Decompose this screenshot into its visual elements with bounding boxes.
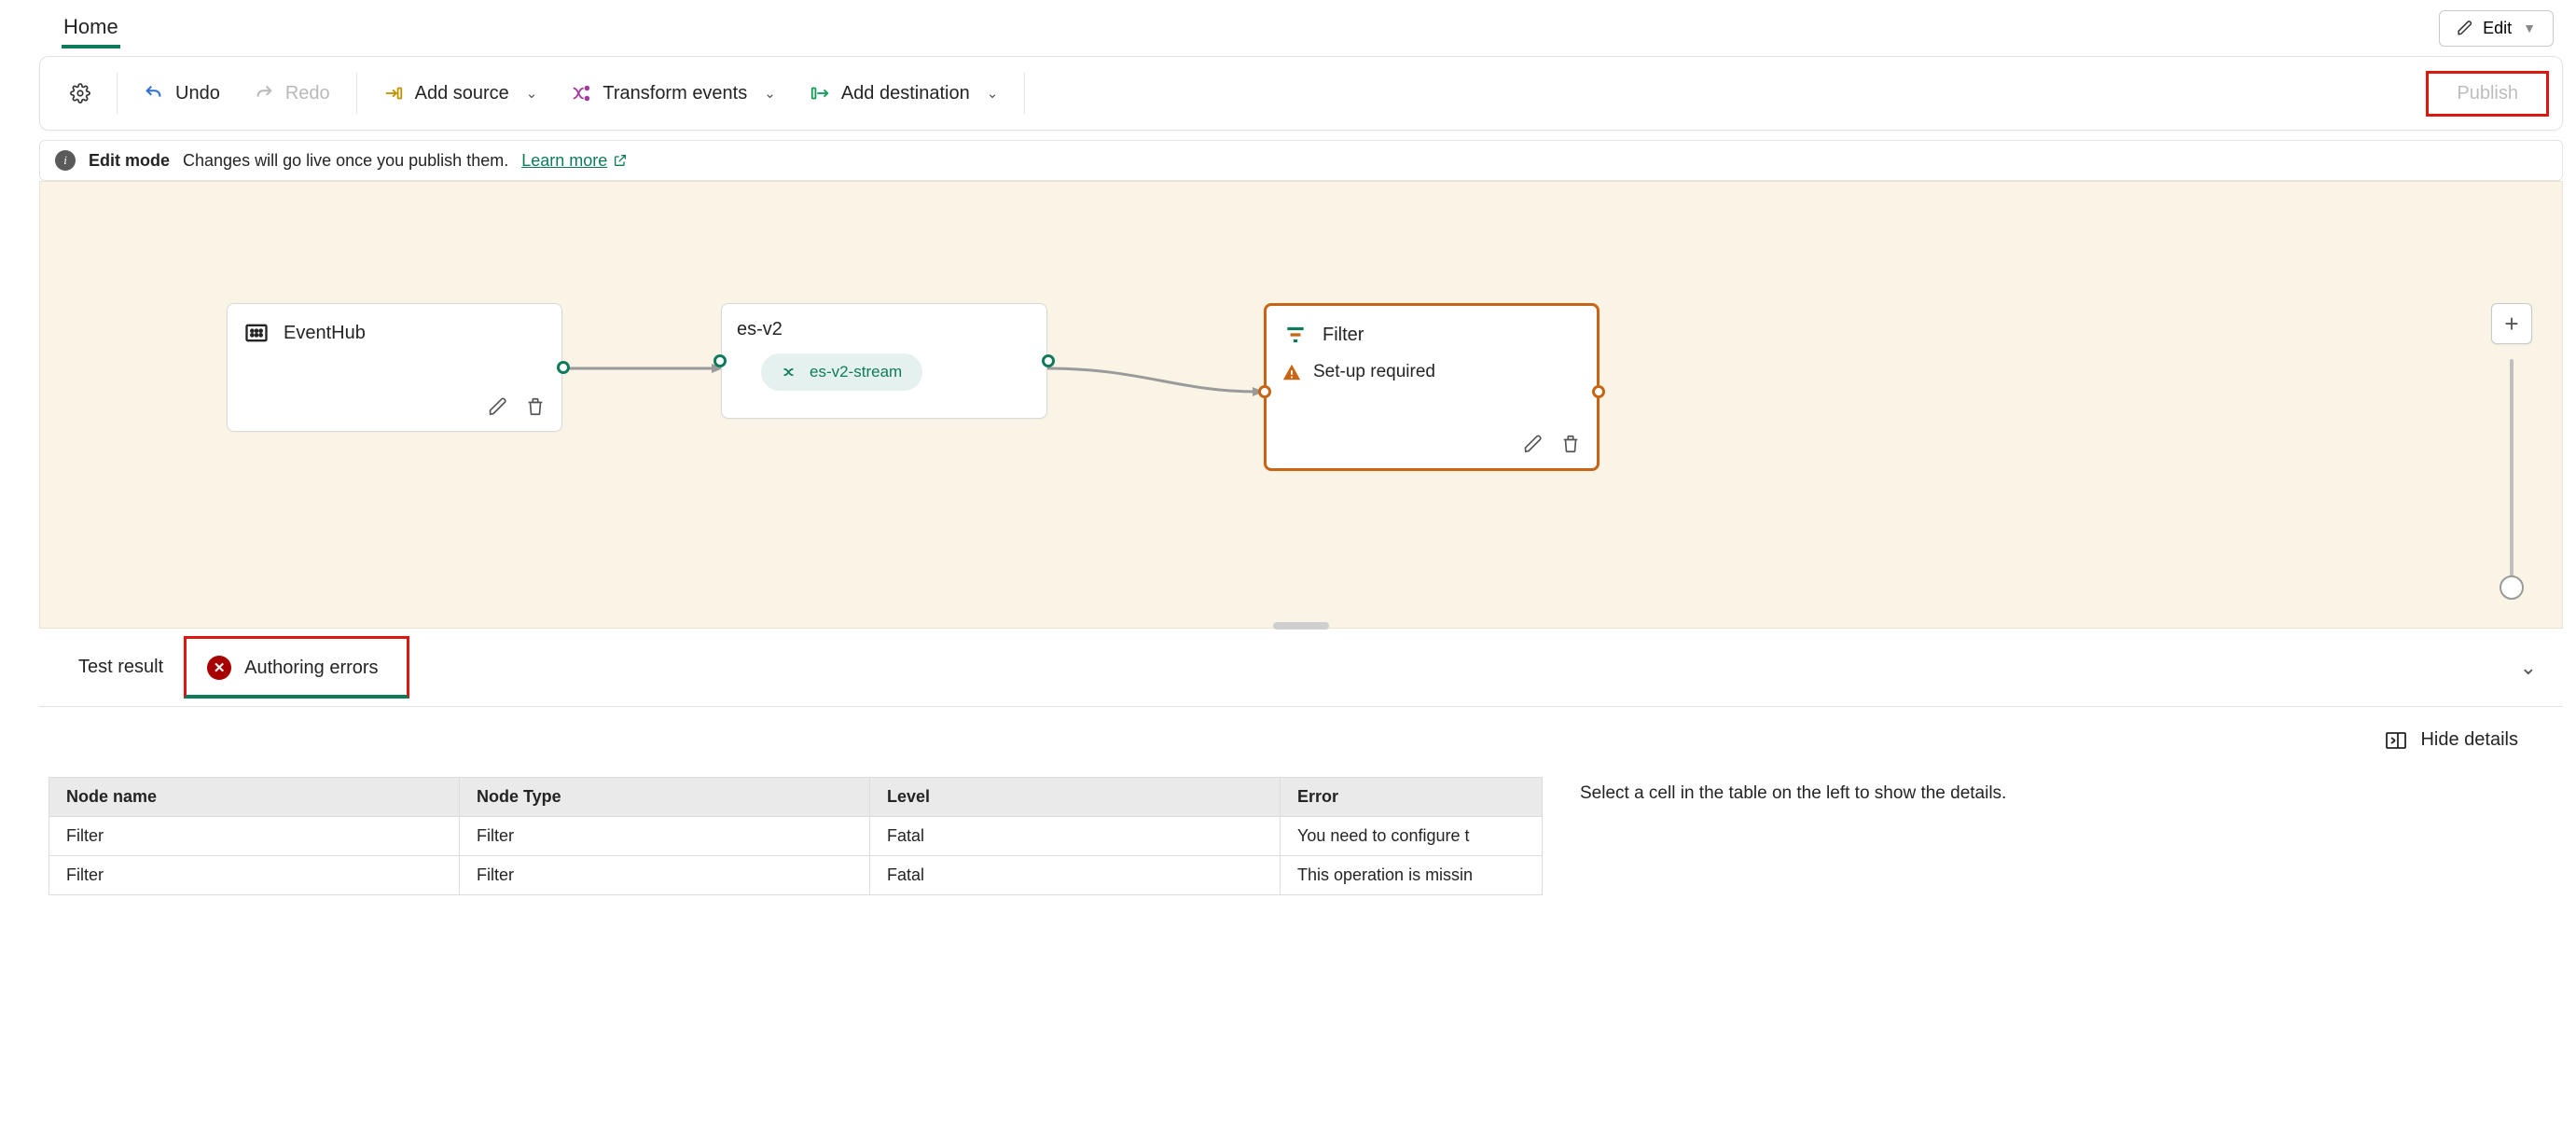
toolbar: Undo Redo Add source ⌄ Transform [39,56,2563,131]
learn-more-label: Learn more [521,151,607,171]
pencil-icon [2457,20,2473,36]
add-source-label: Add source [415,83,509,104]
chevron-down-icon: ⌄ [526,85,538,102]
warning-icon [1281,362,1302,382]
collapse-panel-button[interactable]: ⌄ [2520,656,2537,680]
stream-icon [782,363,800,381]
add-node-button[interactable]: + [2491,303,2532,344]
transform-events-button[interactable]: Transform events ⌄ [554,74,792,114]
details-placeholder: Select a cell in the table on the left t… [1580,777,2554,895]
undo-icon [144,83,164,104]
undo-label: Undo [175,83,220,104]
hide-details-label: Hide details [2420,729,2518,751]
stream-chip[interactable]: es-v2-stream [761,353,922,391]
source-icon [383,83,404,104]
chevron-down-icon: ⌄ [987,85,999,102]
add-source-button[interactable]: Add source ⌄ [367,74,555,114]
node-esv2-title: es-v2 [737,319,782,340]
port-output[interactable] [1592,385,1605,398]
col-node-type[interactable]: Node Type [460,778,870,816]
info-banner: i Edit mode Changes will go live once yo… [39,140,2563,181]
destination-icon [810,83,830,104]
settings-button[interactable] [53,74,107,113]
errors-table: Node name Node Type Level Error Filter F… [48,777,1543,895]
port-input[interactable] [713,354,727,367]
delete-node-button[interactable] [522,394,548,420]
table-row[interactable]: Filter Filter Fatal You need to configur… [49,816,1542,855]
publish-button[interactable]: Publish [2442,79,2533,108]
node-esv2[interactable]: es-v2 es-v2-stream [721,303,1047,419]
top-bar: Home Edit ▼ [26,0,2576,56]
edit-node-button[interactable] [1520,431,1546,457]
redo-button[interactable]: Redo [237,74,347,114]
port-output[interactable] [1042,354,1055,367]
node-eventhub[interactable]: EventHub [227,303,562,432]
chevron-down-icon: ⌄ [2520,656,2537,679]
edit-button[interactable]: Edit ▼ [2439,10,2554,47]
bottom-panel: Test result ✕ Authoring errors ⌄ Hide de… [39,629,2563,895]
node-filter-title: Filter [1323,325,1364,346]
chevron-down-icon: ⌄ [764,85,776,102]
node-eventhub-title: EventHub [284,323,366,344]
cell-level[interactable]: Fatal [870,817,1281,855]
chevron-down-icon: ▼ [2523,21,2536,35]
zoom-slider[interactable] [2510,359,2514,592]
port-output[interactable] [557,361,570,374]
node-filter-status: Set-up required [1313,362,1435,382]
cell-node-name[interactable]: Filter [49,817,460,855]
edit-button-label: Edit [2483,19,2512,38]
redo-icon [254,83,274,104]
transform-events-label: Transform events [602,83,747,104]
port-input[interactable] [1258,385,1271,398]
col-error[interactable]: Error [1281,778,1542,816]
hide-details-button[interactable]: Hide details [39,707,2563,760]
info-icon: i [55,150,76,171]
gear-icon [70,83,90,104]
transform-icon [571,83,591,104]
info-message: Changes will go live once you publish th… [183,151,508,171]
add-destination-button[interactable]: Add destination ⌄ [793,74,1015,114]
info-title: Edit mode [89,151,170,171]
delete-node-button[interactable] [1558,431,1584,457]
cell-level[interactable]: Fatal [870,856,1281,894]
node-filter[interactable]: Filter Set-up required [1264,303,1600,471]
learn-more-link[interactable]: Learn more [521,151,628,171]
col-level[interactable]: Level [870,778,1281,816]
error-badge-icon: ✕ [207,656,231,680]
edit-node-button[interactable] [485,394,511,420]
hide-details-icon [2385,731,2407,750]
undo-button[interactable]: Undo [127,74,237,114]
eventhub-icon [242,319,270,347]
table-header: Node name Node Type Level Error [49,778,1542,816]
tab-home[interactable]: Home [62,7,120,48]
cell-node-type[interactable]: Filter [460,817,870,855]
publish-highlight: Publish [2426,71,2549,117]
cell-node-name[interactable]: Filter [49,856,460,894]
tab-test-result[interactable]: Test result [58,636,184,699]
tab-authoring-errors-label: Authoring errors [244,657,378,679]
plus-icon: + [2504,310,2518,339]
redo-label: Redo [285,83,330,104]
cell-error[interactable]: This operation is missin [1281,856,1542,894]
external-link-icon [613,153,628,168]
add-destination-label: Add destination [841,83,970,104]
graph-canvas[interactable]: EventHub es-v2 es-v2-stream [39,181,2563,629]
filter-icon [1281,321,1309,349]
tab-authoring-errors[interactable]: ✕ Authoring errors [184,636,409,699]
cell-node-type[interactable]: Filter [460,856,870,894]
stream-chip-label: es-v2-stream [810,363,902,381]
table-row[interactable]: Filter Filter Fatal This operation is mi… [49,855,1542,894]
cell-error[interactable]: You need to configure t [1281,817,1542,855]
col-node-name[interactable]: Node name [49,778,460,816]
zoom-thumb[interactable] [2500,575,2524,600]
